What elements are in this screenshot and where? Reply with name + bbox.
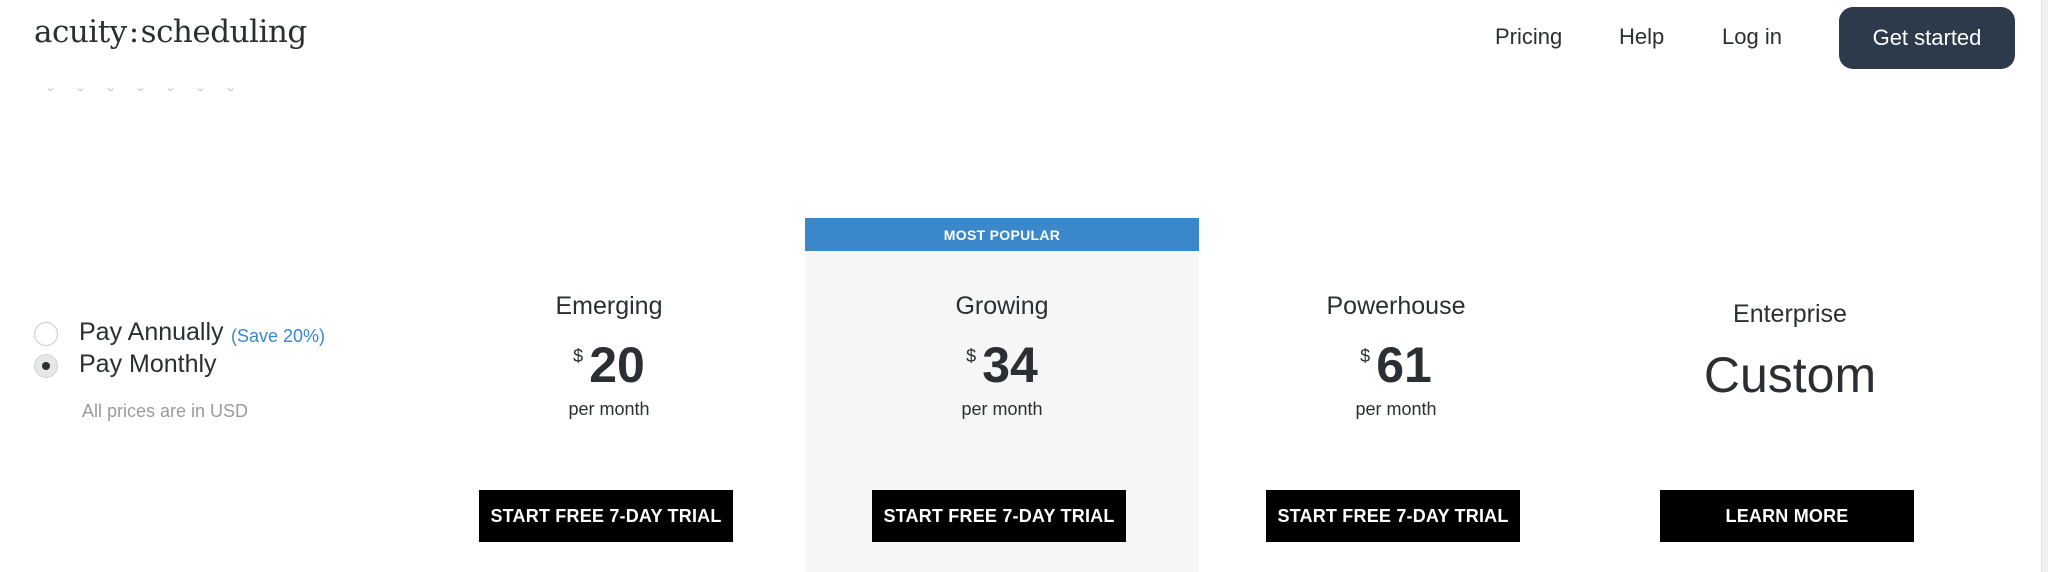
start-trial-button-emerging[interactable]: START FREE 7-DAY TRIAL: [479, 490, 733, 542]
custom-price-text: Custom: [1703, 347, 1877, 403]
nav-pricing-link[interactable]: Pricing: [1495, 24, 1562, 50]
price-period: per month: [1355, 399, 1437, 419]
nav-help-link[interactable]: Help: [1619, 24, 1664, 50]
pay-annually-label[interactable]: Pay Annually: [79, 318, 224, 347]
plan-name: Emerging: [555, 292, 663, 320]
nav-login-link[interactable]: Log in: [1722, 24, 1782, 50]
logo-separator: :: [128, 14, 139, 50]
currency-note: All prices are in USD: [82, 401, 249, 421]
start-trial-button-growing[interactable]: START FREE 7-DAY TRIAL: [872, 490, 1126, 542]
pay-monthly-label[interactable]: Pay Monthly: [79, 350, 217, 379]
logo-word-right: scheduling: [140, 14, 308, 50]
top-header: acuity:scheduling Pricing Help Log in Ge…: [0, 0, 2040, 76]
pay-annually-radio[interactable]: [34, 322, 58, 346]
pay-monthly-radio[interactable]: [34, 354, 58, 378]
page-scrollbar[interactable]: [2041, 0, 2048, 572]
logo-word-left: acuity: [34, 14, 127, 50]
faded-scrolled-content: ˘˘˘˘˘˘˘: [48, 86, 258, 100]
annual-savings-note: (Save 20%): [231, 326, 326, 346]
learn-more-button[interactable]: LEARN MORE: [1660, 490, 1914, 542]
start-trial-button-powerhouse[interactable]: START FREE 7-DAY TRIAL: [1266, 490, 1520, 542]
price-period: per month: [568, 399, 650, 419]
plan-name: Growing: [955, 292, 1049, 320]
currency-symbol: $: [966, 346, 977, 366]
plan-card-emerging: Emerging $ 20 per month START FREE 7-DAY…: [412, 218, 806, 572]
get-started-button[interactable]: Get started: [1839, 7, 2015, 69]
most-popular-badge: MOST POPULAR: [805, 218, 1199, 251]
currency-symbol: $: [1360, 346, 1371, 366]
plan-price: $ 61: [1199, 338, 1593, 392]
plan-card-powerhouse: Powerhouse $ 61 per month START FREE 7-D…: [1199, 218, 1593, 572]
plan-card-enterprise: Enterprise Custom LEARN MORE: [1593, 218, 1987, 572]
plan-name: Powerhouse: [1326, 292, 1466, 320]
plan-name: Enterprise: [1733, 300, 1847, 328]
acuity-scheduling-logo[interactable]: acuity:scheduling: [34, 14, 307, 50]
currency-symbol: $: [573, 346, 584, 366]
price-amount: 61: [1376, 337, 1432, 393]
price-amount: 34: [982, 337, 1038, 393]
plan-price: $ 34: [805, 338, 1199, 392]
price-period: per month: [961, 399, 1043, 419]
price-amount: 20: [589, 337, 645, 393]
plan-card-growing: Growing $ 34 per month START FREE 7-DAY …: [805, 218, 1199, 572]
plan-price: $ 20: [412, 338, 806, 392]
